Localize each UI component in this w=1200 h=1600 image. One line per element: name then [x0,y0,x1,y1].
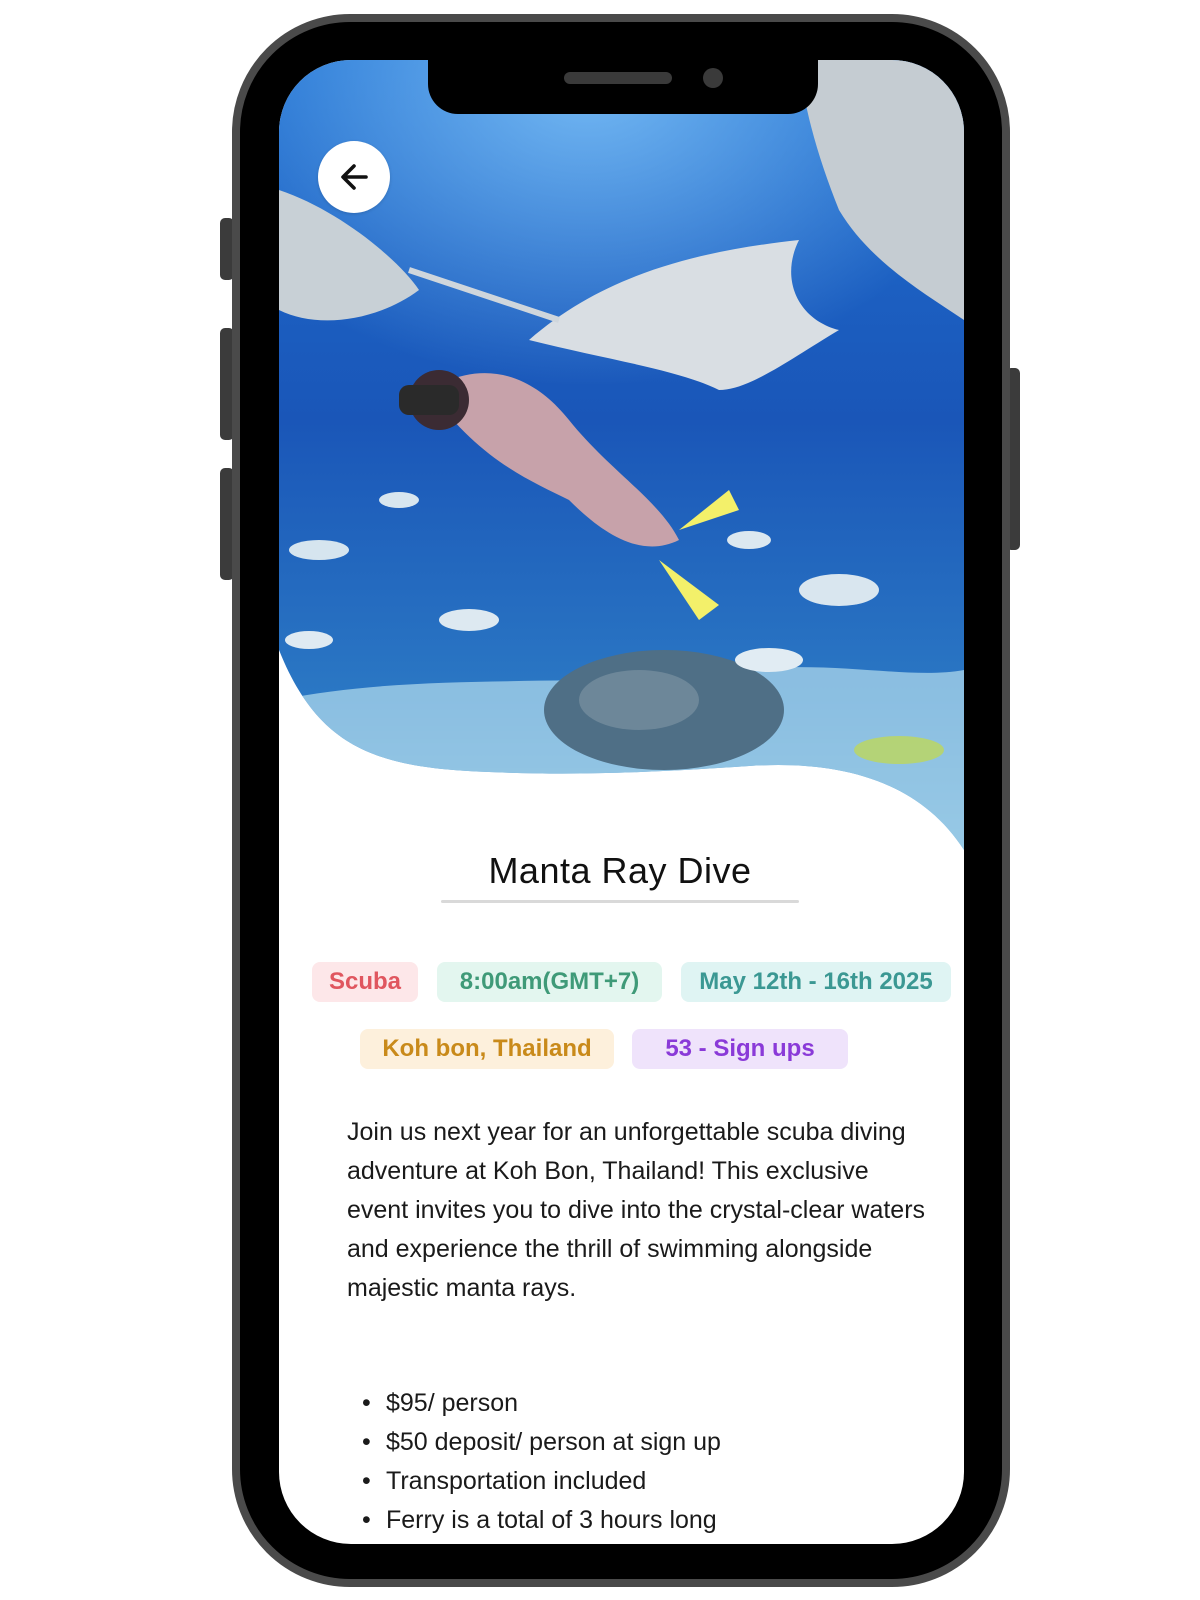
list-item: $50 deposit/ person at sign up [362,1423,922,1462]
list-item: $95/ person [362,1384,922,1423]
app-screen [279,60,964,1544]
title-divider [441,900,799,903]
speaker-grille [564,72,672,84]
event-details-list: $95/ person $50 deposit/ person at sign … [362,1384,922,1540]
tag-time: 8:00am(GMT+7) [437,962,662,1002]
tag-category: Scuba [312,962,418,1002]
front-camera [703,68,723,88]
tag-location: Koh bon, Thailand [360,1029,614,1069]
event-title: Manta Ray Dive [488,850,752,891]
back-button[interactable] [318,141,390,213]
phone-notch [428,60,818,114]
tag-signups: 53 - Sign ups [632,1029,848,1069]
list-item: Ferry is a total of 3 hours long [362,1501,922,1540]
arrow-left-icon [341,164,368,190]
list-item: Transportation included [362,1462,922,1501]
event-description: Join us next year for an unforgettable s… [347,1118,926,1302]
tag-dates: May 12th - 16th 2025 [681,962,951,1002]
